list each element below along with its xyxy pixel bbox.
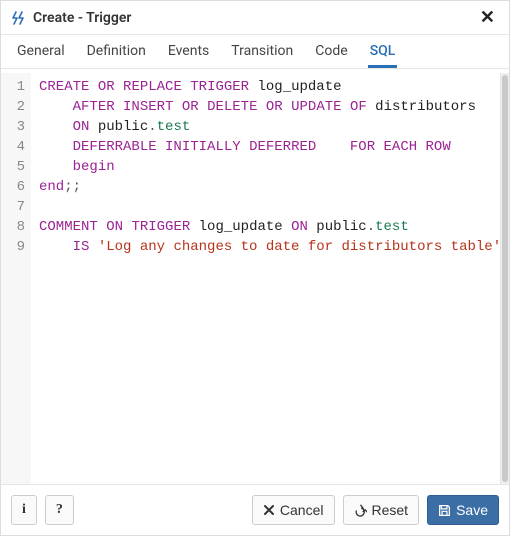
dialog-title: Create - Trigger [33, 10, 476, 26]
close-icon [263, 504, 275, 516]
code-content[interactable]: CREATE OR REPLACE TRIGGER log_update AFT… [31, 73, 500, 484]
tab-code[interactable]: Code [313, 35, 349, 68]
line-number: 6 [11, 177, 25, 197]
dialog-footer: i ? Cancel Reset Save [1, 484, 509, 535]
sql-editor: 123456789 CREATE OR REPLACE TRIGGER log_… [1, 69, 509, 484]
code-line[interactable]: DEFERRABLE INITIALLY DEFERRED FOR EACH R… [39, 137, 500, 157]
save-button[interactable]: Save [427, 495, 499, 525]
vertical-scrollbar[interactable] [500, 73, 509, 484]
tab-sql[interactable]: SQL [368, 35, 398, 68]
tabs: General Definition Events Transition Code SQL [1, 35, 509, 69]
line-number: 5 [11, 157, 25, 177]
code-line[interactable]: CREATE OR REPLACE TRIGGER log_update [39, 77, 500, 97]
line-number: 7 [11, 197, 25, 217]
tab-transition[interactable]: Transition [229, 35, 295, 68]
scrollbar-thumb[interactable] [502, 75, 508, 482]
info-button[interactable]: i [11, 495, 37, 525]
recycle-icon [354, 504, 367, 517]
code-line[interactable]: AFTER INSERT OR DELETE OR UPDATE OF dist… [39, 97, 500, 117]
line-number: 8 [11, 217, 25, 237]
cancel-button[interactable]: Cancel [252, 495, 335, 525]
code-line[interactable]: ON public.test [39, 117, 500, 137]
help-button[interactable]: ? [45, 495, 74, 525]
code-line[interactable]: IS 'Log any changes to date for distribu… [39, 237, 500, 257]
code-viewer[interactable]: 123456789 CREATE OR REPLACE TRIGGER log_… [1, 73, 500, 484]
line-number: 1 [11, 77, 25, 97]
save-icon [438, 504, 451, 517]
code-line[interactable]: end;; [39, 177, 500, 197]
tab-events[interactable]: Events [166, 35, 211, 68]
line-gutter: 123456789 [1, 73, 31, 484]
code-line[interactable]: begin [39, 157, 500, 177]
info-icon: i [22, 502, 26, 518]
code-line[interactable] [39, 197, 500, 217]
reset-button[interactable]: Reset [343, 495, 420, 525]
help-icon: ? [56, 502, 63, 518]
code-line[interactable]: COMMENT ON TRIGGER log_update ON public.… [39, 217, 500, 237]
titlebar: Create - Trigger ✕ [1, 1, 509, 35]
tab-general[interactable]: General [15, 35, 67, 68]
tab-definition[interactable]: Definition [85, 35, 148, 68]
line-number: 4 [11, 137, 25, 157]
reset-label: Reset [372, 502, 409, 518]
line-number: 9 [11, 237, 25, 257]
trigger-icon [11, 10, 27, 26]
line-number: 2 [11, 97, 25, 117]
close-icon[interactable]: ✕ [476, 7, 499, 28]
save-label: Save [456, 502, 488, 518]
line-number: 3 [11, 117, 25, 137]
cancel-label: Cancel [280, 502, 324, 518]
